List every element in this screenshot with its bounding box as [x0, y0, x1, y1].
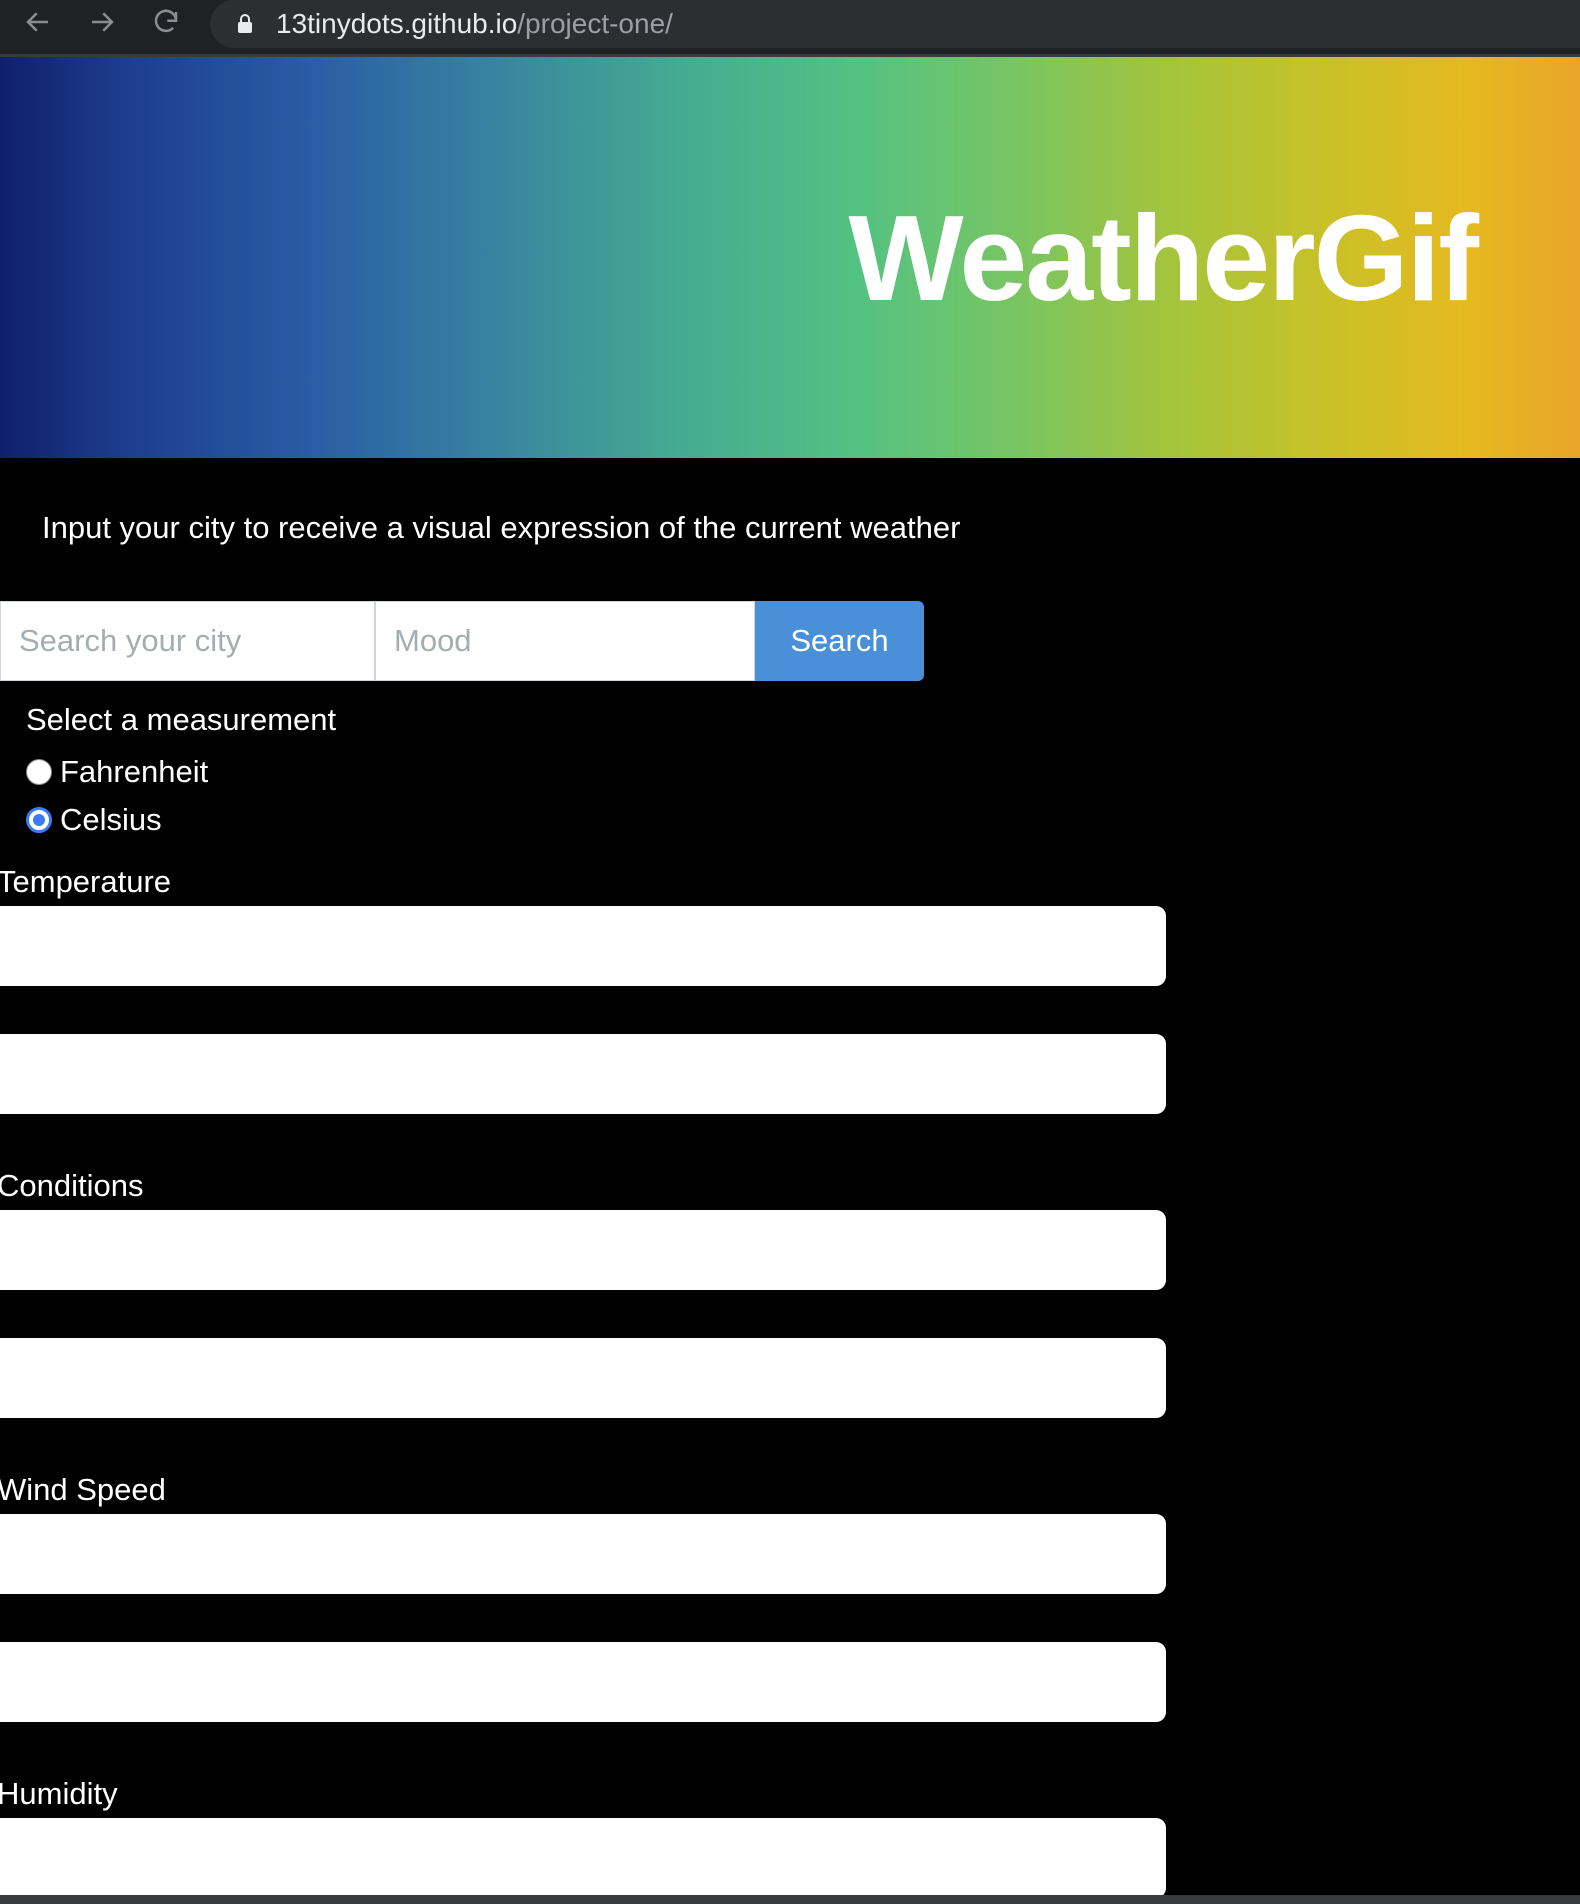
url-host: 13tinydots.github.io: [276, 8, 518, 39]
temperature-label: Temperature: [0, 864, 172, 899]
conditions-result-box-secondary: [0, 1338, 1166, 1418]
humidity-result-box: [0, 1818, 1166, 1898]
temperature-result-box-secondary: [0, 1034, 1166, 1114]
url-path: /project-one/: [517, 8, 673, 39]
hero-banner: WeatherGif: [0, 57, 1580, 458]
address-bar[interactable]: 13tinydots.github.io/project-one/: [210, 0, 1580, 48]
page-title: WeatherGif: [848, 190, 1479, 326]
wind-speed-result-box: [0, 1514, 1166, 1594]
wind-speed-result-box-secondary: [0, 1642, 1166, 1722]
conditions-label: Conditions: [0, 1168, 144, 1203]
temperature-result-box: [0, 906, 1166, 986]
reload-button[interactable]: [146, 4, 186, 40]
search-form: Search: [0, 601, 924, 681]
radio-option-celsius[interactable]: Celsius: [26, 796, 336, 844]
celsius-label: Celsius: [60, 802, 162, 837]
arrow-left-icon: [26, 12, 48, 32]
window-bottom-edge: [0, 1895, 1580, 1904]
celsius-radio[interactable]: [26, 807, 52, 833]
wind-speed-label: Wind Speed: [0, 1472, 166, 1507]
reload-icon: [154, 9, 178, 33]
humidity-label: Humidity: [0, 1776, 118, 1811]
fahrenheit-radio[interactable]: [26, 759, 52, 785]
browser-toolbar: 13tinydots.github.io/project-one/: [0, 0, 1580, 57]
back-button[interactable]: [18, 4, 58, 40]
conditions-result-box: [0, 1210, 1166, 1290]
mood-input[interactable]: [375, 601, 755, 681]
lock-icon: [236, 13, 254, 35]
fahrenheit-label: Fahrenheit: [60, 754, 209, 789]
measurement-selector: Select a measurement Fahrenheit Celsius: [26, 700, 336, 844]
arrow-right-icon: [92, 12, 114, 32]
radio-option-fahrenheit[interactable]: Fahrenheit: [26, 748, 336, 796]
search-button[interactable]: Search: [755, 601, 924, 681]
intro-text: Input your city to receive a visual expr…: [42, 510, 961, 545]
measurement-title: Select a measurement: [26, 702, 337, 737]
city-search-input[interactable]: [0, 601, 375, 681]
forward-button[interactable]: [82, 4, 122, 40]
